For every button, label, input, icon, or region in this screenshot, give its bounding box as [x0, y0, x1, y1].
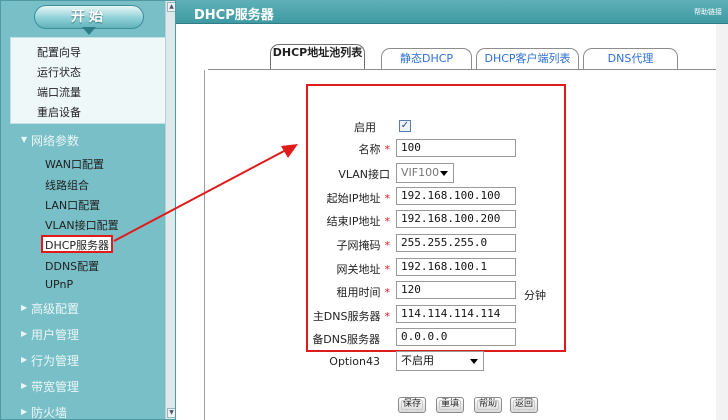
enable-checkbox[interactable]: ✓ — [399, 120, 411, 132]
collapsed-arrow-icon: ▶ — [21, 407, 28, 416]
chevron-down-icon — [82, 27, 96, 35]
chevron-down-icon — [470, 359, 478, 364]
help-link[interactable]: 帮助链接 — [694, 7, 722, 17]
sidebar-category-network[interactable]: 网络参数 — [31, 132, 79, 149]
system-menu-panel — [10, 37, 168, 124]
sidebar-category-advanced[interactable]: 高级配置 — [31, 300, 79, 317]
tab-dhcp-pool-list[interactable]: DHCP地址池列表 — [270, 44, 365, 71]
scroll-up-icon[interactable]: ▲ — [167, 2, 175, 12]
option43-select[interactable]: 不启用 — [396, 351, 484, 371]
start-button[interactable]: 开始 — [34, 5, 144, 29]
collapsed-arrow-icon: ▶ — [21, 303, 28, 312]
scroll-down-icon[interactable]: ▼ — [167, 408, 175, 418]
collapsed-arrow-icon: ▶ — [21, 381, 28, 390]
sidebar-item-wan[interactable]: WAN口配置 — [45, 156, 104, 172]
page-scrollbar[interactable] — [716, 24, 728, 420]
sidebar-item-vlan[interactable]: VLAN接口配置 — [45, 217, 119, 233]
name-label: 名称 * — [358, 143, 391, 156]
sidebar-item-ddns[interactable]: DDNS配置 — [45, 258, 99, 274]
gateway-field[interactable]: 192.168.100.1 — [396, 258, 516, 276]
lease-unit-label: 分钟 — [524, 289, 546, 302]
title-bar: DHCP服务器 帮助链接 — [176, 0, 728, 24]
end-ip-label: 结束IP地址 * — [326, 215, 390, 228]
dns1-field[interactable]: 114.114.114.114 — [396, 305, 516, 323]
sidebar-item-upnp[interactable]: UPnP — [45, 278, 73, 291]
sidebar-item-port-traffic[interactable]: 端口流量 — [37, 84, 81, 100]
sidebar-item-setup-wizard[interactable]: 配置向导 — [37, 44, 81, 60]
tab-dhcp-client-list[interactable]: DHCP客户端列表 — [476, 48, 579, 70]
lease-label: 租用时间 * — [336, 286, 391, 299]
mask-label: 子网掩码 * — [336, 239, 391, 252]
vlan-label: VLAN接口 — [338, 168, 390, 181]
tab-static-dhcp[interactable]: 静态DHCP — [381, 48, 472, 70]
vlan-select[interactable]: VIF100 — [396, 163, 454, 183]
sidebar-category-users[interactable]: 用户管理 — [31, 326, 79, 343]
sidebar-category-firewall[interactable]: 防火墙 — [31, 404, 67, 419]
chevron-down-icon — [440, 171, 448, 176]
back-button[interactable]: 返回 — [510, 397, 538, 413]
start-ip-field[interactable]: 192.168.100.100 — [396, 187, 516, 205]
sidebar-category-bandwidth[interactable]: 带宽管理 — [31, 378, 79, 395]
dns2-label: 备DNS服务器 — [312, 333, 380, 346]
sidebar: 开始 配置向导 运行状态 端口流量 重启设备 ▼ 网络参数 WAN口配置 线路组… — [0, 0, 176, 420]
enable-label: 启用 — [354, 121, 376, 134]
sidebar-scrollbar[interactable]: ▲ ▼ — [165, 1, 175, 419]
sidebar-item-running-status[interactable]: 运行状态 — [37, 64, 81, 80]
gateway-label: 网关地址 * — [336, 263, 391, 276]
help-button[interactable]: 帮助 — [474, 397, 502, 413]
end-ip-field[interactable]: 192.168.100.200 — [396, 210, 516, 228]
name-field[interactable]: 100 — [396, 139, 516, 157]
lease-field[interactable]: 120 — [396, 281, 516, 299]
sidebar-item-lan[interactable]: LAN口配置 — [45, 197, 100, 213]
dns1-label: 主DNS服务器 * — [312, 310, 390, 323]
page-title: DHCP服务器 — [194, 8, 274, 23]
reset-button[interactable]: 重填 — [436, 397, 464, 413]
option43-label: Option43 — [329, 355, 380, 368]
dns2-field[interactable]: 0.0.0.0 — [396, 328, 516, 346]
start-ip-label: 起始IP地址 * — [326, 192, 390, 205]
sidebar-item-reboot[interactable]: 重启设备 — [37, 104, 81, 120]
expanded-arrow-icon: ▼ — [21, 135, 28, 144]
collapsed-arrow-icon: ▶ — [21, 329, 28, 338]
save-button[interactable]: 保存 — [398, 397, 426, 413]
sidebar-category-behavior[interactable]: 行为管理 — [31, 352, 79, 369]
collapsed-arrow-icon: ▶ — [21, 355, 28, 364]
mask-field[interactable]: 255.255.255.0 — [396, 234, 516, 252]
sidebar-item-line-combo[interactable]: 线路组合 — [45, 177, 89, 193]
sidebar-item-dhcp-server[interactable]: DHCP服务器 — [45, 237, 109, 253]
tab-dns-proxy[interactable]: DNS代理 — [583, 48, 678, 70]
